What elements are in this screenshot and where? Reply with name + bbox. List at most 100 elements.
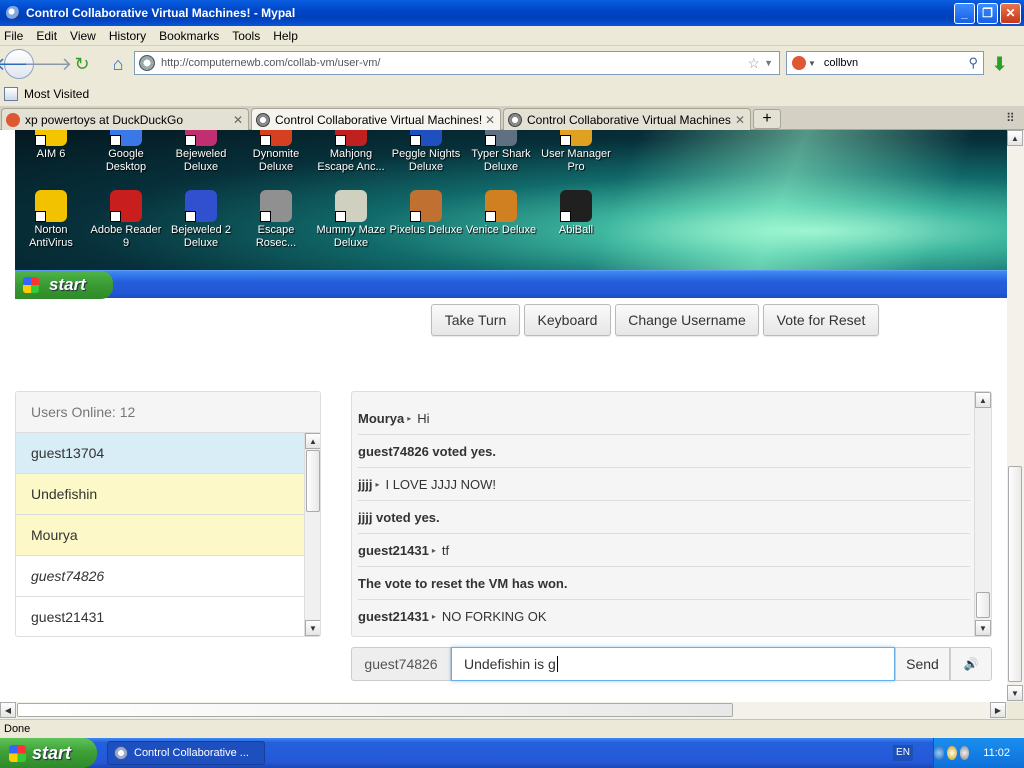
- desktop-icon[interactable]: AIM 6: [15, 130, 89, 161]
- desktop-icon[interactable]: Escape Rosec...: [238, 190, 314, 250]
- user-list-item[interactable]: guest21431: [16, 597, 304, 636]
- clock[interactable]: 11:02: [983, 747, 1010, 759]
- desktop-icon-label: Mummy Maze Deluxe: [316, 224, 386, 249]
- user-list-item[interactable]: guest74826: [16, 556, 304, 597]
- network-icon[interactable]: [933, 746, 944, 760]
- chat-scrollbar[interactable]: ▲ ▼: [974, 392, 991, 636]
- chat-message-input[interactable]: Undefishin is g: [451, 647, 895, 681]
- bookmark-star-icon[interactable]: ☆: [748, 55, 761, 72]
- desktop-icon[interactable]: Venice Deluxe: [463, 190, 539, 237]
- url-bar[interactable]: http://computernewb.com/collab-vm/user-v…: [134, 51, 780, 75]
- close-button[interactable]: ✕: [1000, 2, 1021, 24]
- user-list-item[interactable]: guest13704: [16, 433, 304, 474]
- take-turn-button[interactable]: Take Turn: [431, 304, 520, 336]
- menu-tools[interactable]: Tools: [232, 29, 260, 43]
- search-input[interactable]: collbvn: [824, 57, 969, 69]
- scroll-thumb[interactable]: [306, 450, 320, 512]
- menu-bookmarks[interactable]: Bookmarks: [159, 29, 219, 43]
- scroll-thumb[interactable]: [1008, 466, 1022, 682]
- minimize-button[interactable]: _: [954, 2, 975, 24]
- desktop-icon-label: Adobe Reader 9: [90, 224, 162, 249]
- chat-system-message: The vote to reset the VM has won.: [358, 567, 970, 600]
- scroll-thumb[interactable]: [976, 592, 990, 618]
- scroll-down-icon[interactable]: ▼: [975, 620, 991, 636]
- desktop-icon[interactable]: Mummy Maze Deluxe: [313, 190, 389, 250]
- message-arrow-icon: ▸: [431, 545, 436, 555]
- menu-help[interactable]: Help: [273, 29, 298, 43]
- tab-list-icon[interactable]: ⠿: [1006, 111, 1015, 125]
- tab-close-icon[interactable]: ✕: [732, 113, 748, 127]
- menu-history[interactable]: History: [109, 29, 146, 43]
- url-text[interactable]: http://computernewb.com/collab-vm/user-v…: [161, 57, 748, 69]
- tab-collabvm[interactable]: Control Collaborative Virtual Machines! …: [503, 108, 751, 130]
- menu-file[interactable]: File: [4, 29, 23, 43]
- change-username-button[interactable]: Change Username: [615, 304, 759, 336]
- tab-duckduckgo[interactable]: xp powertoys at DuckDuckGo ✕: [1, 108, 249, 130]
- search-icon[interactable]: ⚲: [968, 55, 978, 71]
- desktop-icon[interactable]: User Manager Pro: [538, 130, 614, 174]
- users-scrollbar[interactable]: ▲ ▼: [304, 433, 320, 636]
- scroll-left-icon[interactable]: ◀: [0, 702, 16, 718]
- page-horizontal-scrollbar[interactable]: ◀ ▶: [0, 702, 1007, 719]
- send-button[interactable]: Send: [895, 647, 950, 681]
- page-vertical-scrollbar[interactable]: ▲ ▼: [1007, 130, 1024, 702]
- start-button[interactable]: start: [0, 738, 97, 768]
- user-list-item[interactable]: Undefishin: [16, 474, 304, 515]
- taskbar-window-button[interactable]: Control Collaborative ...: [107, 741, 265, 765]
- system-tray: 11:02: [933, 738, 1024, 768]
- desktop-icon[interactable]: Peggle Nights Deluxe: [388, 130, 464, 174]
- desktop-icon[interactable]: AbiBall: [538, 190, 614, 237]
- windows-flag-icon: [23, 277, 39, 293]
- tab-collabvm-active[interactable]: Control Collaborative Virtual Machines! …: [251, 108, 501, 131]
- duckduckgo-icon[interactable]: [792, 56, 806, 70]
- sound-toggle-icon[interactable]: 🔊: [950, 647, 992, 681]
- desktop-icon[interactable]: Dynomite Deluxe: [238, 130, 314, 174]
- menu-edit[interactable]: Edit: [36, 29, 57, 43]
- menu-view[interactable]: View: [70, 29, 96, 43]
- chat-input-value[interactable]: Undefishin is g: [464, 656, 556, 672]
- site-identity-icon[interactable]: [139, 55, 155, 71]
- window-title: Control Collaborative Virtual Machines! …: [26, 6, 296, 20]
- keyboard-button[interactable]: Keyboard: [524, 304, 611, 336]
- language-indicator[interactable]: EN: [893, 745, 913, 761]
- desktop-icon[interactable]: Typer Shark Deluxe: [463, 130, 539, 174]
- scroll-down-icon[interactable]: ▼: [305, 620, 320, 636]
- url-dropdown-icon[interactable]: ▼: [764, 58, 773, 68]
- reload-button[interactable]: ↻: [68, 50, 96, 78]
- search-engine-dropdown-icon[interactable]: ▼: [808, 59, 816, 68]
- chat-text: NO FORKING OK: [441, 609, 547, 624]
- desktop-icon[interactable]: Bejeweled 2 Deluxe: [163, 190, 239, 250]
- user-list-item[interactable]: Mourya: [16, 515, 304, 556]
- desktop-icon[interactable]: Adobe Reader 9: [88, 190, 164, 250]
- desktop-icon[interactable]: Norton AntiVirus: [15, 190, 89, 250]
- volume-icon[interactable]: [959, 746, 970, 760]
- desktop-app-icon: [260, 190, 292, 222]
- desktop-icon[interactable]: Google Desktop: [88, 130, 164, 174]
- scroll-up-icon[interactable]: ▲: [975, 392, 991, 408]
- download-icon[interactable]: ⬇: [992, 54, 1007, 75]
- vote-for-reset-button[interactable]: Vote for Reset: [763, 304, 879, 336]
- window-title-bar[interactable]: Control Collaborative Virtual Machines! …: [0, 0, 1024, 26]
- scroll-thumb[interactable]: [17, 703, 733, 717]
- desktop-icon[interactable]: Mahjong Escape Anc...: [313, 130, 389, 174]
- scroll-up-icon[interactable]: ▲: [1007, 130, 1023, 146]
- status-text: Done: [4, 723, 31, 735]
- home-button[interactable]: ⌂: [104, 50, 132, 78]
- chat-system-message: guest74826 voted yes.: [358, 435, 970, 468]
- search-bar[interactable]: ▼ collbvn ⚲: [786, 51, 984, 75]
- scroll-up-icon[interactable]: ▲: [305, 433, 320, 449]
- maximize-button[interactable]: ❐: [977, 2, 998, 24]
- forward-button[interactable]: 🡒: [24, 50, 72, 78]
- vm-start-button[interactable]: start: [15, 271, 113, 299]
- desktop-icon[interactable]: Bejeweled Deluxe: [163, 130, 239, 174]
- page-content: AIM 6 Google Desktop Bejeweled Deluxe Dynom…: [0, 130, 1007, 702]
- vm-taskbar[interactable]: start: [15, 270, 1007, 299]
- tab-close-icon[interactable]: ✕: [230, 113, 246, 127]
- scroll-down-icon[interactable]: ▼: [1007, 685, 1023, 701]
- security-shield-icon[interactable]: [946, 746, 957, 760]
- desktop-icon[interactable]: Pixelus Deluxe: [388, 190, 464, 237]
- scroll-right-icon[interactable]: ▶: [990, 702, 1006, 718]
- most-visited-bookmark[interactable]: Most Visited: [24, 87, 89, 101]
- new-tab-button[interactable]: +: [753, 109, 781, 129]
- tab-close-icon[interactable]: ✕: [482, 113, 498, 127]
